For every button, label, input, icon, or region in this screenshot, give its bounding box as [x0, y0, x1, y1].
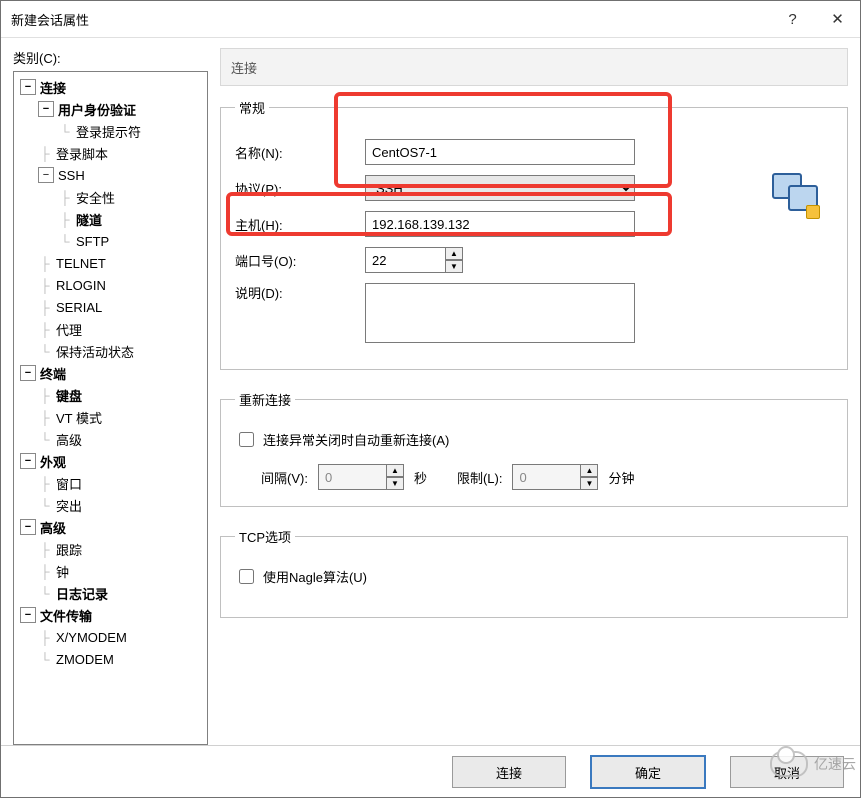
tree-window[interactable]: ├窗口: [16, 472, 205, 494]
interval-down-icon[interactable]: ▼: [386, 477, 404, 490]
group-general: 常规 名称(N): 协议(P): SSH 主机(H):: [220, 98, 848, 370]
host-input[interactable]: [365, 211, 635, 237]
tree-zmodem[interactable]: └ZMODEM: [16, 648, 205, 670]
tree-xymodem[interactable]: ├X/YMODEM: [16, 626, 205, 648]
collapse-icon[interactable]: −: [20, 365, 36, 381]
connect-button[interactable]: 连接: [452, 756, 566, 788]
tree-serial[interactable]: ├SERIAL: [16, 296, 205, 318]
tree-login-script[interactable]: ├登录脚本: [16, 142, 205, 164]
group-reconnect-legend: 重新连接: [235, 390, 295, 409]
nagle-label: 使用Nagle算法(U): [263, 567, 367, 586]
tree-proxy[interactable]: ├代理: [16, 318, 205, 340]
cloud-icon: [770, 751, 808, 777]
collapse-icon[interactable]: −: [20, 79, 36, 95]
protocol-label: 协议(P):: [235, 179, 365, 198]
dialog-footer: 连接 确定 取消: [1, 745, 860, 798]
group-tcp-legend: TCP选项: [235, 527, 295, 546]
tree-rlogin[interactable]: ├RLOGIN: [16, 274, 205, 296]
auto-reconnect-label: 连接异常关闭时自动重新连接(A): [263, 430, 449, 449]
tree-file-transfer[interactable]: −文件传输: [16, 604, 205, 626]
protocol-select[interactable]: SSH: [365, 175, 635, 201]
port-down-icon[interactable]: ▼: [445, 260, 463, 273]
minutes-unit: 分钟: [608, 468, 634, 487]
limit-input[interactable]: [512, 464, 580, 490]
interval-input[interactable]: [318, 464, 386, 490]
collapse-icon[interactable]: −: [20, 453, 36, 469]
group-reconnect: 重新连接 连接异常关闭时自动重新连接(A) 间隔(V): ▲ ▼: [220, 390, 848, 507]
port-spinner[interactable]: ▲ ▼: [365, 247, 463, 273]
tree-keepalive[interactable]: └保持活动状态: [16, 340, 205, 362]
title-bar: 新建会话属性 ? ✕: [1, 1, 860, 38]
auto-reconnect-checkbox[interactable]: [239, 432, 254, 447]
category-tree[interactable]: −连接 −用户身份验证 └登录提示符 ├登录脚本 −SSH ├安全性 ├隧道 └…: [13, 71, 208, 745]
limit-spinner[interactable]: ▲ ▼: [512, 464, 598, 490]
interval-label: 间隔(V):: [261, 468, 308, 487]
interval-up-icon[interactable]: ▲: [386, 464, 404, 477]
host-label: 主机(H):: [235, 215, 365, 234]
name-input[interactable]: [365, 139, 635, 165]
tree-security[interactable]: ├安全性: [16, 186, 205, 208]
main-area: 类别(C): −连接 −用户身份验证 └登录提示符 ├登录脚本 −SSH ├安全…: [1, 38, 860, 745]
tree-keyboard[interactable]: ├键盘: [16, 384, 205, 406]
close-button[interactable]: ✕: [815, 1, 860, 37]
pane-title: 连接: [220, 48, 848, 86]
seconds-unit: 秒: [414, 468, 427, 487]
limit-up-icon[interactable]: ▲: [580, 464, 598, 477]
category-label: 类别(C):: [13, 48, 208, 67]
tree-ssh[interactable]: −SSH: [16, 164, 205, 186]
right-column: 连接 常规 名称(N): 协议(P):: [220, 48, 848, 745]
collapse-icon[interactable]: −: [20, 607, 36, 623]
nagle-checkbox[interactable]: [239, 569, 254, 584]
tree-vt-mode[interactable]: ├VT 模式: [16, 406, 205, 428]
interval-spinner[interactable]: ▲ ▼: [318, 464, 404, 490]
port-up-icon[interactable]: ▲: [445, 247, 463, 260]
limit-down-icon[interactable]: ▼: [580, 477, 598, 490]
tree-connection[interactable]: −连接: [16, 76, 205, 98]
tree-advanced[interactable]: −高级: [16, 516, 205, 538]
tree-login-prompt[interactable]: └登录提示符: [16, 120, 205, 142]
tree-bell[interactable]: ├钟: [16, 560, 205, 582]
tree-telnet[interactable]: ├TELNET: [16, 252, 205, 274]
ok-button[interactable]: 确定: [590, 755, 706, 789]
limit-label: 限制(L):: [457, 468, 503, 487]
tree-highlight[interactable]: └突出: [16, 494, 205, 516]
tree-terminal[interactable]: −终端: [16, 362, 205, 384]
help-button[interactable]: ?: [770, 1, 815, 37]
left-column: 类别(C): −连接 −用户身份验证 └登录提示符 ├登录脚本 −SSH ├安全…: [13, 48, 208, 745]
port-label: 端口号(O):: [235, 251, 365, 270]
tree-appearance[interactable]: −外观: [16, 450, 205, 472]
collapse-icon[interactable]: −: [38, 167, 54, 183]
dialog-body: 类别(C): −连接 −用户身份验证 └登录提示符 ├登录脚本 −SSH ├安全…: [1, 38, 860, 798]
name-label: 名称(N):: [235, 143, 365, 162]
tree-logging[interactable]: └日志记录: [16, 582, 205, 604]
tree-trace[interactable]: ├跟踪: [16, 538, 205, 560]
tree-user-auth[interactable]: −用户身份验证: [16, 98, 205, 120]
collapse-icon[interactable]: −: [20, 519, 36, 535]
tree-sftp[interactable]: └SFTP: [16, 230, 205, 252]
group-tcp: TCP选项 使用Nagle算法(U): [220, 527, 848, 618]
watermark-text: 亿速云: [814, 754, 856, 774]
desc-textarea[interactable]: [365, 283, 635, 343]
window-title: 新建会话属性: [1, 10, 770, 29]
port-input[interactable]: [365, 247, 445, 273]
collapse-icon[interactable]: −: [38, 101, 54, 117]
tree-tunnel[interactable]: ├隧道: [16, 208, 205, 230]
dialog-window: 新建会话属性 ? ✕ 类别(C): −连接 −用户身份验证 └登录提示符 ├登录…: [0, 0, 861, 798]
group-general-legend: 常规: [235, 98, 269, 117]
tree-advanced-term[interactable]: └高级: [16, 428, 205, 450]
watermark: 亿速云: [770, 751, 856, 777]
form-area: 常规 名称(N): 协议(P): SSH 主机(H):: [220, 86, 848, 745]
desc-label: 说明(D):: [235, 283, 365, 302]
